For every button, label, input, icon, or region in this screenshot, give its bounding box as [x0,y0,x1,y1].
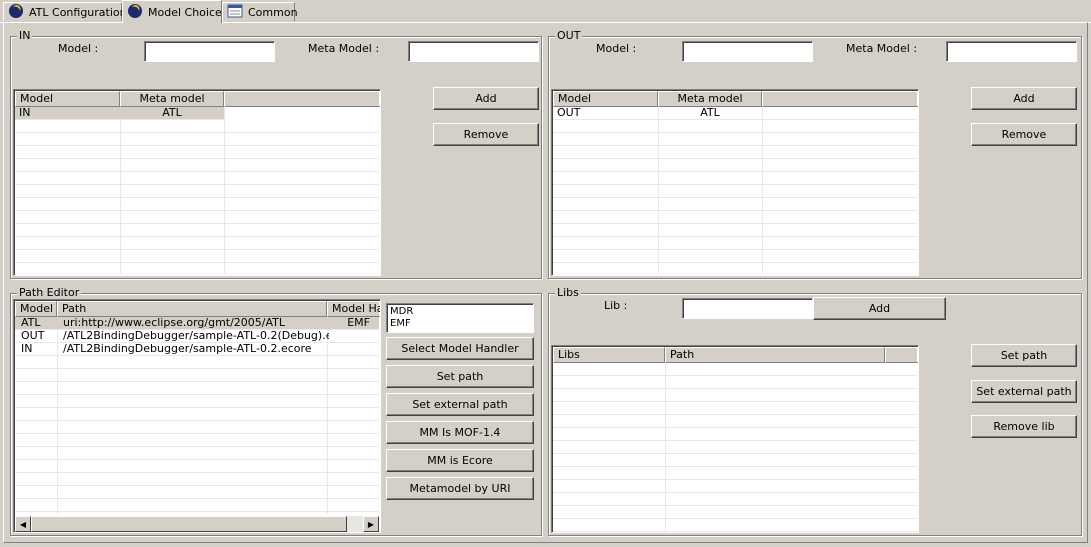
column-header[interactable]: Model Ha... [327,301,380,317]
table-cell: OUT [557,107,581,119]
scroll-right-icon[interactable]: ▶ [363,516,379,532]
table-cell: uri:http://www.eclipse.org/gmt/2005/ATL [63,317,286,329]
table-row[interactable]: IN ATL [15,107,224,120]
set-external-path-button[interactable]: Set external path [386,393,534,416]
path-editor-title: Path Editor [17,286,82,300]
table-cell: OUT [21,330,45,342]
in-group-title: IN [17,29,33,43]
column-header[interactable]: Libs [553,347,665,363]
out-metamodel-input[interactable] [946,41,1077,62]
table-cell: ATL [700,107,720,119]
tab-label: Model Choice [148,5,222,19]
out-model-input[interactable] [682,41,813,62]
in-model-table[interactable]: Model Meta model IN ATL [13,89,381,276]
set-path-button[interactable]: Set path [386,365,534,388]
column-header[interactable]: Path [57,301,327,317]
out-add-button[interactable]: Add [971,87,1077,110]
in-metamodel-label: Meta Model : [308,42,380,55]
table-cell [328,343,380,355]
lib-label: Lib : [604,299,628,312]
tab-common[interactable]: Common [222,2,298,21]
scrollbar-thumb[interactable] [31,516,347,532]
column-header[interactable]: Model [15,91,120,107]
tab-bar: ATL Configuration Model Choice Common [0,0,1091,23]
out-model-table[interactable]: Model Meta model OUT ATL [551,89,919,276]
path-editor-table[interactable]: Model Path Model Ha... ATL uri:http://ww… [13,299,381,533]
column-header[interactable] [224,91,380,107]
out-remove-button[interactable]: Remove [971,123,1077,146]
in-remove-button[interactable]: Remove [433,123,539,146]
common-icon [227,4,243,21]
table-cell: /ATL2BindingDebugger/sample-ATL-0.2(Debu… [63,330,329,342]
tab-label: ATL Configuration [29,5,127,19]
mm-ecore-button[interactable]: MM is Ecore [386,449,534,472]
in-model-input[interactable] [144,41,275,62]
atl-icon [8,3,24,22]
horizontal-scrollbar[interactable]: ◀ ▶ [15,516,379,532]
table-header: Model Meta model [15,91,380,107]
column-header[interactable]: Meta model [658,91,762,107]
lib-input[interactable] [682,298,813,319]
table-cell: ATL [21,317,41,329]
table-header: Libs Path [553,347,918,363]
column-header[interactable]: Path [665,347,885,363]
list-item[interactable]: EMF [390,318,530,330]
remove-lib-button[interactable]: Remove lib [971,415,1077,438]
metamodel-by-uri-button[interactable]: Metamodel by URI [386,477,534,500]
table-cell [328,330,380,342]
column-header[interactable]: Model [15,301,57,317]
column-header[interactable] [762,91,918,107]
atl-icon [127,3,143,22]
in-add-button[interactable]: Add [433,87,539,110]
out-group-title: OUT [555,29,583,43]
table-cell: EMF [347,317,370,329]
column-header[interactable] [885,347,918,363]
table-row[interactable]: IN /ATL2BindingDebugger/sample-ATL-0.2.e… [15,343,379,356]
select-model-handler-button[interactable]: Select Model Handler [386,337,534,360]
table-header: Model Path Model Ha... [15,301,380,317]
table-row[interactable]: ATL uri:http://www.eclipse.org/gmt/2005/… [15,317,379,330]
libs-table[interactable]: Libs Path [551,345,919,533]
lib-add-button[interactable]: Add [813,297,946,320]
model-handler-list[interactable]: MDR EMF [386,303,534,333]
table-cell: IN [21,343,33,355]
list-item[interactable]: MDR [390,306,530,318]
table-cell: /ATL2BindingDebugger/sample-ATL-0.2.ecor… [63,343,312,355]
tab-atl-configuration[interactable]: ATL Configuration [3,2,127,22]
table-header: Model Meta model [553,91,918,107]
table-row[interactable]: OUT /ATL2BindingDebugger/sample-ATL-0.2(… [15,330,379,343]
column-header[interactable]: Model [553,91,658,107]
in-metamodel-input[interactable] [408,41,539,62]
mm-mof-button[interactable]: MM Is MOF-1.4 [386,421,534,444]
out-model-label: Model : [596,42,637,55]
table-cell: ATL [162,107,182,119]
in-model-label: Model : [58,42,99,55]
libs-title: Libs [555,286,581,300]
out-metamodel-label: Meta Model : [846,42,918,55]
scroll-left-icon[interactable]: ◀ [15,516,31,532]
tab-label: Common [248,5,298,19]
column-header[interactable]: Meta model [120,91,224,107]
tab-model-choice[interactable]: Model Choice [122,0,222,23]
table-row[interactable]: OUT ATL [553,107,917,120]
libs-set-path-button[interactable]: Set path [971,344,1077,367]
libs-set-external-path-button[interactable]: Set external path [971,380,1077,403]
table-cell: IN [19,107,31,119]
